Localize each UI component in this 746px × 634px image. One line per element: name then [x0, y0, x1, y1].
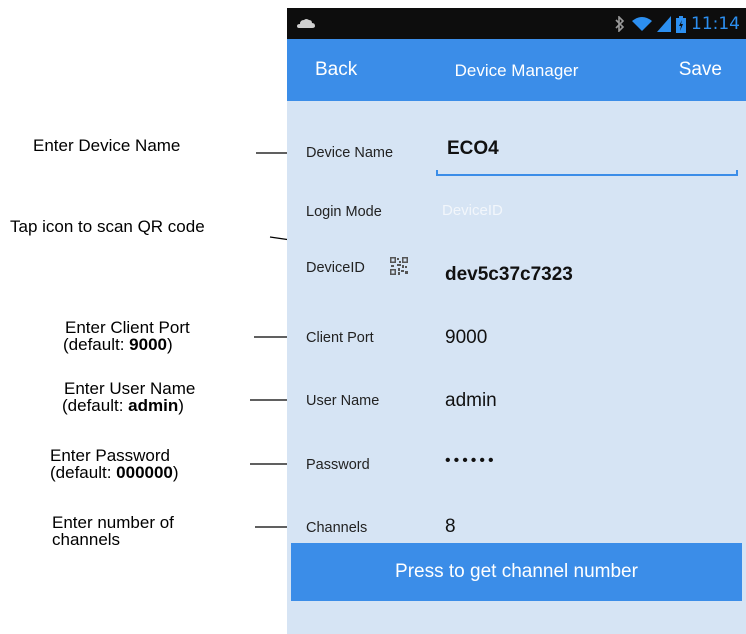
annotation-user-name: Enter User Name (default: admin): [62, 379, 196, 415]
client-port-label: Client Port: [306, 330, 374, 346]
annotation-password-line1: Enter Password: [50, 446, 170, 465]
annotation-qr: Tap icon to scan QR code: [10, 217, 205, 236]
user-name-label: User Name: [306, 393, 380, 409]
get-channel-number-button[interactable]: Press to get channel number: [291, 543, 742, 601]
login-mode-label: Login Mode: [306, 204, 382, 220]
annotation-user-name-line1: Enter User Name: [64, 379, 196, 398]
battery-icon: [676, 15, 686, 33]
channels-field[interactable]: 8: [445, 516, 456, 538]
device-name-underline: [436, 170, 738, 176]
annotation-channels-line1: Enter number of: [52, 513, 174, 532]
get-channel-number-label: Press to get channel number: [395, 561, 638, 582]
device-name-label: Device Name: [306, 145, 394, 161]
device-name-field[interactable]: ECO4: [447, 138, 499, 160]
login-mode-select[interactable]: DeviceID: [442, 202, 503, 219]
app-bar: Back Device Manager Save: [287, 39, 746, 101]
annotation-channels-line2: channels: [52, 530, 121, 549]
client-port-field[interactable]: 9000: [445, 327, 487, 349]
qr-code-icon[interactable]: [390, 257, 408, 275]
signal-icon: [657, 16, 671, 32]
device-id-label: DeviceID: [306, 260, 365, 276]
annotation-client-port: Enter Client Port (default: 9000): [63, 318, 190, 354]
status-time: 11:14: [691, 14, 740, 34]
cloud-icon: [297, 19, 315, 28]
status-bar: 11:14: [287, 8, 746, 39]
annotation-device-name: Enter Device Name: [33, 136, 181, 155]
phone-screen: 11:14 Back Device Manager Save Device Na…: [287, 8, 746, 634]
bluetooth-icon: [615, 16, 625, 32]
annotation-password: Enter Password (default: 000000): [50, 447, 179, 481]
wifi-icon: [632, 17, 652, 31]
password-label: Password: [306, 457, 370, 473]
user-name-field[interactable]: admin: [445, 390, 497, 412]
annotation-user-name-line2: (default: admin): [62, 396, 184, 415]
save-button[interactable]: Save: [679, 59, 722, 81]
channels-label: Channels: [306, 520, 368, 536]
annotation-password-line2: (default: 000000): [50, 463, 179, 482]
annotation-client-port-line1: Enter Client Port: [65, 318, 190, 337]
page-title: Device Manager: [454, 61, 579, 80]
device-id-field[interactable]: dev5c37c7323: [445, 264, 573, 286]
annotation-channels: Enter number of channels: [52, 514, 174, 548]
password-field[interactable]: ••••••: [445, 452, 497, 470]
annotation-client-port-line2: (default: 9000): [63, 335, 173, 354]
